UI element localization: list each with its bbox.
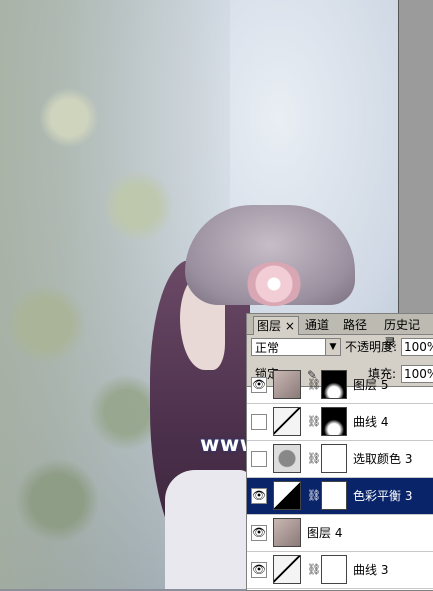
close-icon[interactable]: × (285, 319, 295, 333)
curves-icon (273, 555, 301, 584)
layer-row[interactable]: 👁︎ ⛓︎ 曲线 3 (247, 552, 433, 589)
hat-flower (245, 262, 303, 306)
layer-name: 色彩平衡 3 (353, 489, 413, 503)
layer-thumbnail (273, 370, 301, 399)
layer-mask-thumbnail[interactable] (321, 555, 347, 584)
dress (165, 470, 250, 589)
layer-name: 图层 5 (353, 378, 389, 392)
blend-mode-value: 正常 (255, 341, 280, 355)
layer-name: 选取颜色 3 (353, 452, 413, 466)
eye-icon[interactable]: 👁︎ (251, 377, 267, 393)
eye-icon[interactable]: 👁︎ (251, 525, 267, 541)
layer-row[interactable]: ⛓︎ 选取颜色 3 (247, 441, 433, 478)
layer-mask-thumbnail[interactable] (321, 370, 347, 399)
color-balance-icon (273, 481, 301, 510)
layer-row[interactable]: 👁︎ 图层 4 (247, 515, 433, 552)
tab-history[interactable]: 历史记录 (381, 316, 433, 350)
layers-list: 👁︎ ⛓︎ 图层 5 ⛓︎ 曲线 4 ⛓︎ 选取颜色 3 👁︎ ⛓︎ 色彩平衡 … (247, 370, 433, 590)
tab-paths[interactable]: 路径 (340, 316, 370, 334)
layer-mask-thumbnail[interactable] (321, 481, 347, 510)
layer-row[interactable]: ⛓︎ 曲线 4 (247, 404, 433, 441)
panel-tabs: 图层 × 通道 路径 历史记录 (247, 314, 433, 350)
layer-name: 曲线 3 (353, 563, 389, 577)
layer-row[interactable]: 👁︎ ⛓︎ 图层 5 (247, 367, 433, 404)
opacity-input[interactable]: 100% (401, 338, 433, 356)
link-icon: ⛓︎ (307, 378, 321, 391)
curves-icon (273, 407, 301, 436)
opacity-label: 不透明度: (345, 340, 398, 354)
layer-mask-thumbnail[interactable] (321, 444, 347, 473)
blend-mode-select[interactable]: 正常 ▼ (251, 338, 341, 356)
chevron-down-icon[interactable]: ▼ (325, 339, 340, 355)
eye-toggle-empty[interactable] (251, 414, 267, 430)
eye-icon[interactable]: 👁︎ (251, 562, 267, 578)
link-icon: ⛓︎ (307, 489, 321, 502)
selective-color-icon (273, 444, 301, 473)
link-icon: ⛓︎ (307, 563, 321, 576)
eye-toggle-empty[interactable] (251, 451, 267, 467)
layers-panel: 图层 × 通道 路径 历史记录 正常 ▼ 不透明度: 100% 锁定: ▢ ✎ … (246, 313, 433, 591)
eye-icon[interactable]: 👁︎ (251, 488, 267, 504)
layer-thumbnail (273, 518, 301, 547)
link-icon: ⛓︎ (307, 415, 321, 428)
layer-name: 图层 4 (307, 526, 343, 540)
tab-channels[interactable]: 通道 (302, 316, 332, 334)
tab-layers[interactable]: 图层 × (253, 316, 299, 335)
layer-name: 曲线 4 (353, 415, 389, 429)
layer-row-selected[interactable]: 👁︎ ⛓︎ 色彩平衡 3 (247, 478, 433, 515)
layer-mask-thumbnail[interactable] (321, 407, 347, 436)
link-icon: ⛓︎ (307, 452, 321, 465)
